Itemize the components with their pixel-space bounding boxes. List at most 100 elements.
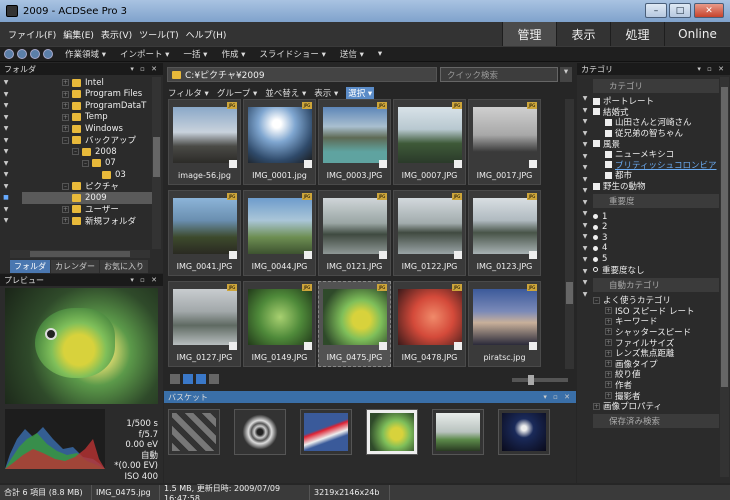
section-rating[interactable]: 重要度 bbox=[593, 194, 719, 209]
workspace-menu[interactable]: 作業領域 ▾ bbox=[65, 48, 106, 60]
tree-item-07[interactable]: –07 bbox=[62, 158, 152, 170]
auto-aperture[interactable]: + 絞り値 bbox=[593, 369, 719, 380]
select-menu[interactable]: 選択 ▾ bbox=[346, 87, 375, 99]
tab-calendar[interactable]: カレンダー bbox=[51, 260, 99, 273]
thumbnail-item[interactable]: JPG IMG_0478.JPG bbox=[393, 281, 466, 367]
basket-item[interactable] bbox=[168, 409, 220, 455]
panel-controls-icon[interactable]: ▾ ▫ ✕ bbox=[130, 276, 159, 284]
mode-process[interactable]: 処理 bbox=[610, 22, 664, 46]
sort-menu[interactable]: 並べ替え ▾ bbox=[265, 87, 306, 99]
thumbnail-item[interactable]: JPG IMG_0121.JPG bbox=[318, 190, 391, 276]
tree-item-windows[interactable]: + Windows bbox=[62, 123, 152, 135]
tree-item-2009[interactable]: 2009 bbox=[22, 192, 152, 204]
group-menu[interactable]: グループ ▾ bbox=[217, 87, 257, 99]
auto-image-props[interactable]: + 画像プロパティ bbox=[593, 401, 719, 412]
thumbnail-item[interactable]: JPG piratsc.jpg bbox=[468, 281, 541, 367]
mode-online[interactable]: Online bbox=[664, 22, 730, 46]
view-icon[interactable] bbox=[196, 374, 206, 384]
folder-hscrollbar[interactable] bbox=[10, 250, 150, 258]
batch-menu[interactable]: 一括 ▾ bbox=[183, 48, 207, 60]
up-icon[interactable] bbox=[30, 49, 40, 59]
tree-item-new-folder[interactable]: + 新規フォルダ bbox=[62, 215, 152, 227]
menu-view[interactable]: 表示(V) bbox=[101, 28, 132, 41]
view-icon[interactable] bbox=[209, 374, 219, 384]
rating-2[interactable]: 2 bbox=[593, 222, 719, 233]
basket-item[interactable] bbox=[498, 409, 550, 455]
back-icon[interactable] bbox=[4, 49, 14, 59]
thumbnail-item[interactable]: JPG IMG_0122.JPG bbox=[393, 190, 466, 276]
category-scrollbar[interactable] bbox=[720, 77, 729, 477]
tree-item-03[interactable]: 03 bbox=[62, 169, 152, 181]
rating-none[interactable]: 重要度なし bbox=[593, 264, 719, 276]
exif-aperture: f/5.7 bbox=[138, 429, 158, 440]
thumbnail-item[interactable]: JPG IMG_0044.JPG bbox=[243, 190, 316, 276]
thumbnail-item[interactable]: JPG IMG_0007.JPG bbox=[393, 99, 466, 185]
create-menu[interactable]: 作成 ▾ bbox=[221, 48, 245, 60]
thumbnail-item[interactable]: JPG image-56.jpg bbox=[168, 99, 241, 185]
quick-search-input[interactable]: クイック検索 bbox=[440, 67, 558, 82]
menu-help[interactable]: ヘルプ(H) bbox=[186, 28, 227, 41]
cat-wildlife[interactable]: 野生の動物 bbox=[593, 181, 719, 192]
thumbnail-item[interactable]: JPG IMG_0003.JPG bbox=[318, 99, 391, 185]
basket-item[interactable] bbox=[300, 409, 352, 455]
menu-edit[interactable]: 編集(E) bbox=[63, 28, 94, 41]
rating-4[interactable]: 4 bbox=[593, 243, 719, 254]
toolbar-overflow[interactable]: ▾ bbox=[378, 49, 382, 59]
basket-item[interactable] bbox=[432, 409, 484, 455]
rating-1[interactable]: 1 bbox=[593, 211, 719, 222]
path-bar[interactable]: C:¥ピクチャ¥2009 bbox=[167, 67, 437, 82]
search-dropdown-icon[interactable]: ▾ bbox=[560, 67, 572, 82]
folder-icon bbox=[82, 147, 91, 156]
send-menu[interactable]: 送信 ▾ bbox=[340, 48, 364, 60]
tree-item-backup[interactable]: – バックアップ bbox=[62, 135, 152, 146]
minimize-button[interactable]: – bbox=[645, 3, 667, 18]
view-menu[interactable]: 表示 ▾ bbox=[314, 87, 338, 99]
auto-author[interactable]: + 作者 bbox=[593, 380, 719, 391]
panel-controls-icon[interactable]: ▾ ▫ ✕ bbox=[130, 65, 159, 73]
cat-british-columbia[interactable]: ブリティッシュコロンビア bbox=[593, 160, 719, 170]
import-menu[interactable]: インポート ▾ bbox=[120, 48, 169, 60]
menu-file[interactable]: ファイル(F) bbox=[8, 28, 56, 41]
thumbnail-item[interactable]: JPG IMG_0123.JPG bbox=[468, 190, 541, 276]
thumbnail-scrollbar[interactable] bbox=[565, 99, 574, 369]
folder-icon bbox=[92, 159, 101, 168]
rating-3[interactable]: 3 bbox=[593, 233, 719, 244]
thumbnail-item[interactable]: JPG IMG_0017.JPG bbox=[468, 99, 541, 185]
folder-scrollbar[interactable] bbox=[152, 77, 161, 249]
tab-folders[interactable]: フォルダ bbox=[10, 260, 50, 273]
panel-controls-icon[interactable]: ▾ ▫ ✕ bbox=[543, 393, 572, 401]
tree-item-2008[interactable]: –2008 bbox=[62, 146, 152, 158]
section-auto-category[interactable]: 自動カテゴリ bbox=[593, 277, 719, 292]
maximize-button[interactable]: □ bbox=[669, 3, 691, 18]
thumbnail-item[interactable]: JPG IMG_0127.JPG bbox=[168, 281, 241, 367]
auto-imagetype[interactable]: + 画像タイプ bbox=[593, 358, 719, 370]
mode-manage[interactable]: 管理 bbox=[502, 22, 556, 46]
tab-favorites[interactable]: お気に入り bbox=[100, 260, 148, 273]
tree-item-temp[interactable]: + Temp bbox=[62, 112, 152, 124]
thumbnail-item[interactable]: JPG IMG_0041.JPG bbox=[168, 190, 241, 276]
zoom-slider[interactable] bbox=[512, 375, 568, 385]
basket-item[interactable] bbox=[234, 409, 286, 455]
thumbnail-item[interactable]: JPG IMG_0001.jpg bbox=[243, 99, 316, 185]
home-icon[interactable] bbox=[43, 49, 53, 59]
tree-item-programdata[interactable]: + ProgramDataT bbox=[62, 100, 152, 112]
thumbnail-item[interactable]: JPG IMG_0149.JPG bbox=[243, 281, 316, 367]
filter-menu[interactable]: フィルタ ▾ bbox=[168, 87, 209, 99]
tree-item-users[interactable]: + ユーザー bbox=[62, 204, 152, 215]
thumbnail-item-selected[interactable]: JPG IMG_0475.JPG bbox=[318, 281, 391, 367]
mode-view[interactable]: 表示 bbox=[556, 22, 610, 46]
section-category[interactable]: カテゴリ bbox=[593, 79, 719, 93]
slideshow-menu[interactable]: スライドショー ▾ bbox=[259, 48, 325, 60]
panel-controls-icon[interactable]: ▾ ▫ ✕ bbox=[697, 65, 726, 73]
tree-item-pictures[interactable]: – ピクチャ bbox=[62, 181, 152, 192]
menu-tools[interactable]: ツール(T) bbox=[139, 28, 179, 41]
tree-item-intel[interactable]: + Intel bbox=[62, 77, 152, 89]
basket-item-selected[interactable] bbox=[366, 409, 418, 455]
section-saved-search[interactable]: 保存済み検索 bbox=[593, 414, 719, 429]
close-button[interactable]: ✕ bbox=[694, 3, 724, 18]
tree-item-program-files[interactable]: + Program Files bbox=[62, 89, 152, 101]
view-icon[interactable] bbox=[170, 374, 180, 384]
view-icon[interactable] bbox=[183, 374, 193, 384]
forward-icon[interactable] bbox=[17, 49, 27, 59]
cat-new-mexico[interactable]: ニューメキシコ bbox=[593, 149, 719, 160]
